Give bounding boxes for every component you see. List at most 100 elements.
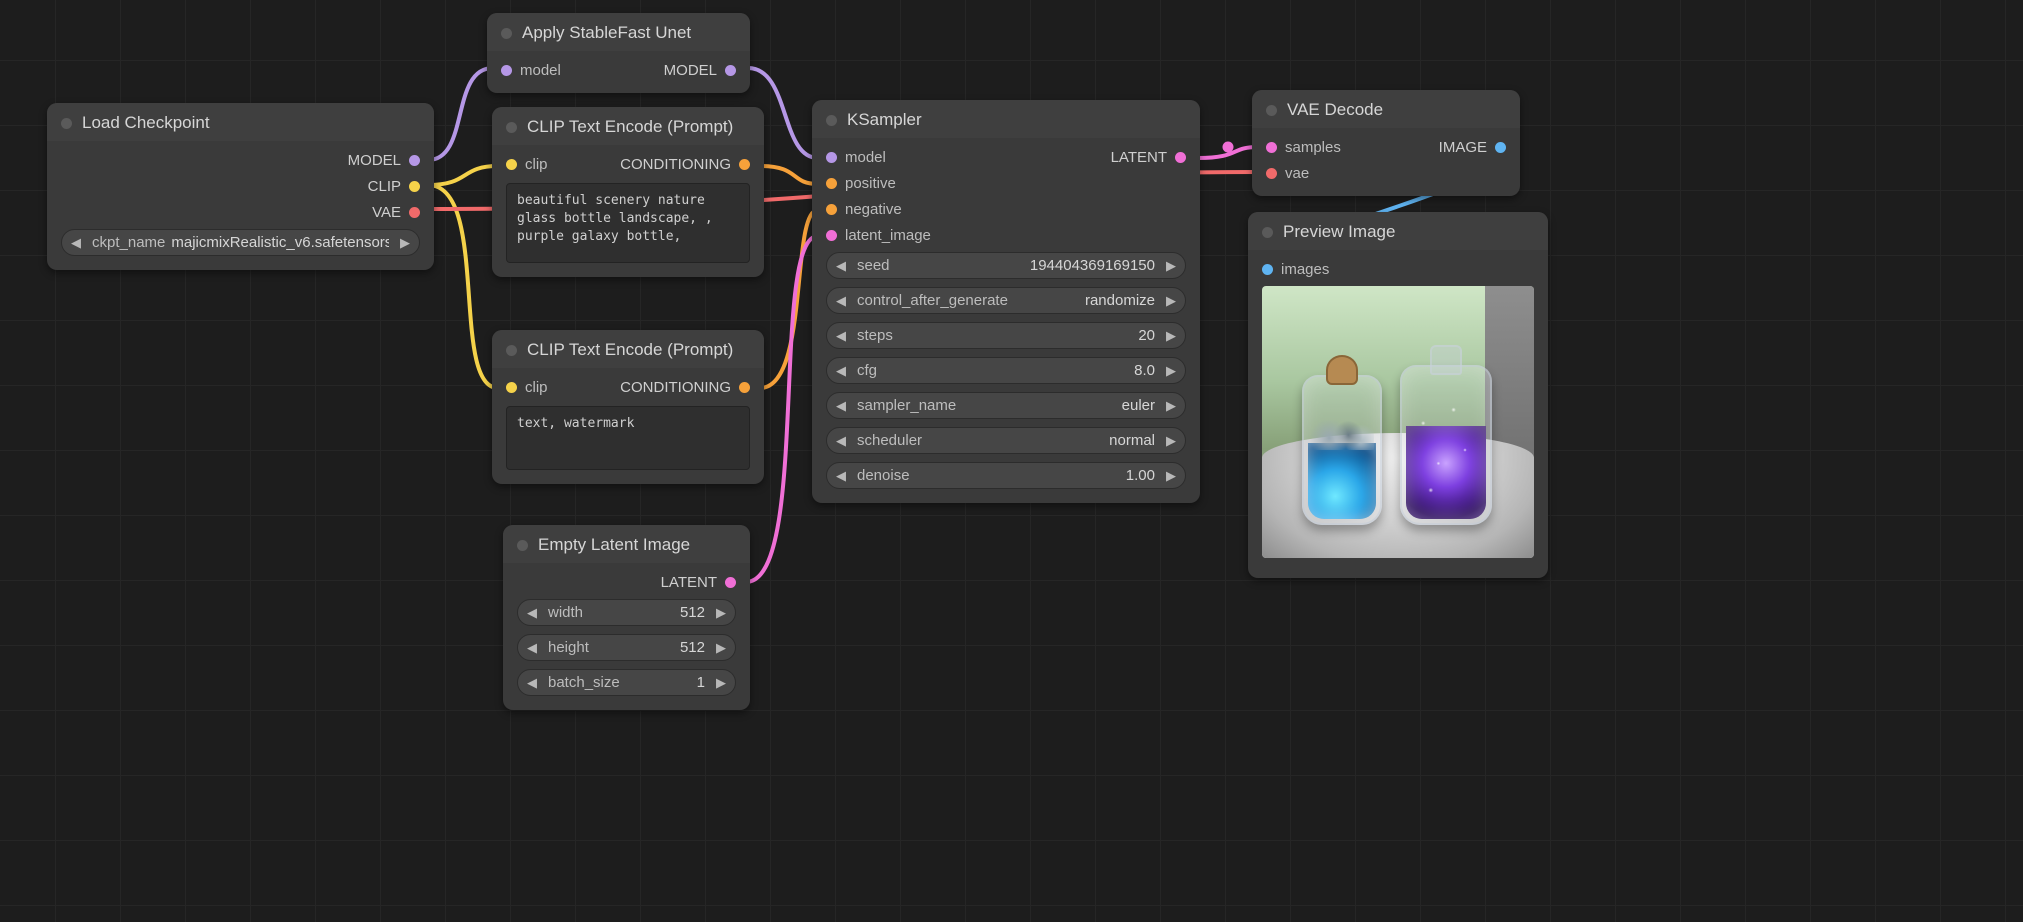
- port-model-in[interactable]: [501, 65, 512, 76]
- input-negative-label: negative: [845, 201, 902, 218]
- arrow-right-icon[interactable]: ▶: [1163, 293, 1179, 309]
- arrow-right-icon[interactable]: ▶: [1163, 398, 1179, 414]
- collapse-dot-icon[interactable]: [506, 345, 517, 356]
- output-model-label: MODEL: [348, 152, 401, 169]
- height-widget[interactable]: ◀height512▶: [517, 634, 736, 661]
- arrow-right-icon[interactable]: ▶: [397, 235, 413, 251]
- node-header[interactable]: Empty Latent Image: [503, 525, 750, 563]
- collapse-dot-icon[interactable]: [501, 28, 512, 39]
- input-samples-label: samples: [1285, 139, 1341, 156]
- port-latent-image-in[interactable]: [826, 230, 837, 241]
- node-header[interactable]: VAE Decode: [1252, 90, 1520, 128]
- arrow-right-icon[interactable]: ▶: [713, 640, 729, 656]
- arrow-right-icon[interactable]: ▶: [1163, 433, 1179, 449]
- cfg-widget[interactable]: ◀cfg8.0▶: [826, 357, 1186, 384]
- port-conditioning-out[interactable]: [739, 159, 750, 170]
- prompt-textarea[interactable]: text, watermark: [506, 406, 750, 470]
- arrow-left-icon[interactable]: ◀: [833, 398, 849, 414]
- arrow-right-icon[interactable]: ▶: [1163, 328, 1179, 344]
- node-stablefast-unet[interactable]: Apply StableFast Unet model MODEL: [487, 13, 750, 93]
- port-model-in[interactable]: [826, 152, 837, 163]
- output-vae-label: VAE: [372, 204, 401, 221]
- port-conditioning-out[interactable]: [739, 382, 750, 393]
- node-preview-image[interactable]: Preview Image images: [1248, 212, 1548, 578]
- width-widget[interactable]: ◀width512▶: [517, 599, 736, 626]
- arrow-left-icon[interactable]: ◀: [68, 235, 84, 251]
- arrow-left-icon[interactable]: ◀: [524, 640, 540, 656]
- port-latent-out[interactable]: [1175, 152, 1186, 163]
- widget-label: cfg: [857, 362, 877, 379]
- widget-label: scheduler: [857, 432, 922, 449]
- node-ksampler[interactable]: KSampler model LATENT positive negative …: [812, 100, 1200, 503]
- arrow-left-icon[interactable]: ◀: [833, 468, 849, 484]
- node-load-checkpoint[interactable]: Load Checkpoint MODEL CLIP VAE ◀ ckpt_na…: [47, 103, 434, 270]
- seed-widget[interactable]: ◀seed194404369169150▶: [826, 252, 1186, 279]
- node-header[interactable]: Load Checkpoint: [47, 103, 434, 141]
- arrow-left-icon[interactable]: ◀: [833, 363, 849, 379]
- output-image-label: IMAGE: [1439, 139, 1487, 156]
- widget-value: majicmixRealistic_v6.safetensors: [171, 234, 389, 251]
- widget-value: 194404369169150: [896, 257, 1155, 274]
- node-vae-decode[interactable]: VAE Decode samples IMAGE vae: [1252, 90, 1520, 196]
- port-negative-in[interactable]: [826, 204, 837, 215]
- port-images-in[interactable]: [1262, 264, 1273, 275]
- node-empty-latent[interactable]: Empty Latent Image LATENT ◀width512▶ ◀he…: [503, 525, 750, 710]
- ckpt-name-widget[interactable]: ◀ ckpt_name majicmixRealistic_v6.safeten…: [61, 229, 420, 256]
- control-after-generate-widget[interactable]: ◀control_after_generaterandomize▶: [826, 287, 1186, 314]
- input-model-label: model: [520, 62, 561, 79]
- prompt-textarea[interactable]: beautiful scenery nature glass bottle la…: [506, 183, 750, 263]
- node-header[interactable]: CLIP Text Encode (Prompt): [492, 330, 764, 368]
- port-positive-in[interactable]: [826, 178, 837, 189]
- port-image-out[interactable]: [1495, 142, 1506, 153]
- output-model-label: MODEL: [664, 62, 717, 79]
- input-vae-label: vae: [1285, 165, 1309, 182]
- node-title: Preview Image: [1283, 222, 1395, 242]
- node-clip-encode-positive[interactable]: CLIP Text Encode (Prompt) clip CONDITION…: [492, 107, 764, 277]
- collapse-dot-icon[interactable]: [1266, 105, 1277, 116]
- node-header[interactable]: Apply StableFast Unet: [487, 13, 750, 51]
- arrow-right-icon[interactable]: ▶: [713, 605, 729, 621]
- widget-label: control_after_generate: [857, 292, 1008, 309]
- arrow-right-icon[interactable]: ▶: [1163, 258, 1179, 274]
- node-clip-encode-negative[interactable]: CLIP Text Encode (Prompt) clip CONDITION…: [492, 330, 764, 484]
- sampler-name-widget[interactable]: ◀sampler_nameeuler▶: [826, 392, 1186, 419]
- collapse-dot-icon[interactable]: [506, 122, 517, 133]
- arrow-left-icon[interactable]: ◀: [833, 293, 849, 309]
- scheduler-widget[interactable]: ◀schedulernormal▶: [826, 427, 1186, 454]
- node-header[interactable]: KSampler: [812, 100, 1200, 138]
- node-header[interactable]: CLIP Text Encode (Prompt): [492, 107, 764, 145]
- widget-label: ckpt_name: [92, 234, 165, 251]
- input-latent-image-label: latent_image: [845, 227, 931, 244]
- port-clip-out[interactable]: [409, 181, 420, 192]
- steps-widget[interactable]: ◀steps20▶: [826, 322, 1186, 349]
- arrow-left-icon[interactable]: ◀: [524, 675, 540, 691]
- denoise-widget[interactable]: ◀denoise1.00▶: [826, 462, 1186, 489]
- port-model-out[interactable]: [409, 155, 420, 166]
- arrow-right-icon[interactable]: ▶: [1163, 363, 1179, 379]
- arrow-right-icon[interactable]: ▶: [1163, 468, 1179, 484]
- arrow-left-icon[interactable]: ◀: [833, 328, 849, 344]
- collapse-dot-icon[interactable]: [1262, 227, 1273, 238]
- node-header[interactable]: Preview Image: [1248, 212, 1548, 250]
- port-clip-in[interactable]: [506, 159, 517, 170]
- port-model-out[interactable]: [725, 65, 736, 76]
- node-title: CLIP Text Encode (Prompt): [527, 117, 733, 137]
- arrow-left-icon[interactable]: ◀: [833, 258, 849, 274]
- port-latent-out[interactable]: [725, 577, 736, 588]
- output-conditioning-label: CONDITIONING: [620, 156, 731, 173]
- collapse-dot-icon[interactable]: [517, 540, 528, 551]
- port-vae-in[interactable]: [1266, 168, 1277, 179]
- arrow-right-icon[interactable]: ▶: [713, 675, 729, 691]
- node-title: Load Checkpoint: [82, 113, 210, 133]
- port-vae-out[interactable]: [409, 207, 420, 218]
- port-samples-in[interactable]: [1266, 142, 1277, 153]
- batch-size-widget[interactable]: ◀batch_size1▶: [517, 669, 736, 696]
- collapse-dot-icon[interactable]: [61, 118, 72, 129]
- preview-output-image[interactable]: [1262, 286, 1534, 558]
- widget-value: 1.00: [916, 467, 1155, 484]
- arrow-left-icon[interactable]: ◀: [833, 433, 849, 449]
- collapse-dot-icon[interactable]: [826, 115, 837, 126]
- node-title: KSampler: [847, 110, 922, 130]
- port-clip-in[interactable]: [506, 382, 517, 393]
- arrow-left-icon[interactable]: ◀: [524, 605, 540, 621]
